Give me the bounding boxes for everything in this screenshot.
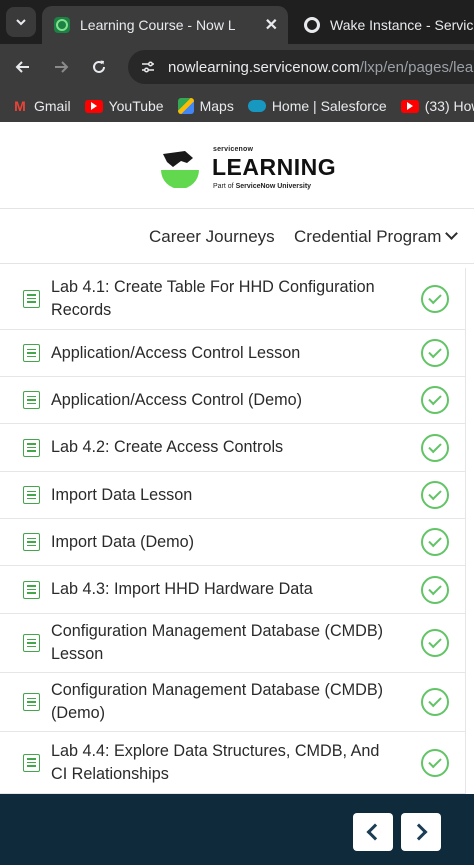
nav-credential-program[interactable]: Credential Program <box>294 227 459 247</box>
lesson-title: Lab 4.1: Create Table For HHD Configurat… <box>51 277 375 319</box>
lesson-title: Import Data (Demo) <box>51 532 195 551</box>
lesson-title: Lab 4.2: Create Access Controls <box>51 438 284 456</box>
lesson-title: Application/Access Control Lesson <box>51 343 301 362</box>
address-bar[interactable]: nowlearning.servicenow.com/lxp/en/pages/… <box>128 50 474 84</box>
document-icon <box>23 391 40 409</box>
document-icon <box>23 753 40 772</box>
reload-button[interactable] <box>86 54 112 80</box>
check-circle-icon <box>421 629 449 657</box>
nav-credential-label: Credential Program <box>294 227 442 246</box>
bookmark-label: Home | Salesforce <box>271 98 387 114</box>
arrow-left-icon <box>15 61 29 73</box>
lesson-title: Lab 4.3: Import HHD Hardware Data <box>51 580 313 598</box>
browser-toolbar: nowlearning.servicenow.com/lxp/en/pages/… <box>0 44 474 90</box>
bookmark-youtube[interactable]: YouTube <box>84 98 164 114</box>
chevron-down-icon <box>445 227 459 240</box>
document-icon <box>23 693 40 711</box>
check-circle-icon <box>421 433 449 462</box>
check-circle-icon <box>421 284 449 313</box>
forward-button[interactable] <box>48 54 74 80</box>
bookmark-label: (33) How to <box>424 98 474 114</box>
document-icon <box>23 486 40 504</box>
now-learning-favicon <box>54 17 70 33</box>
nav-career-journeys[interactable]: Career Journeys <box>149 227 275 247</box>
lesson-item[interactable]: Lab 4.4: Explore Data Structures, CMDB, … <box>0 732 465 794</box>
lesson-item[interactable]: Configuration Management Database (CMDB)… <box>0 673 465 732</box>
check-circle-icon <box>421 339 449 367</box>
bookmark-label: Gmail <box>34 98 71 114</box>
reload-icon <box>93 60 105 73</box>
check-circle-icon <box>421 688 449 716</box>
youtube-icon <box>84 99 103 113</box>
lesson-item[interactable]: Lab 4.2: Create Access Controls <box>0 424 465 472</box>
url-path: /lxp/en/pages/lear <box>359 58 474 76</box>
lesson-item[interactable]: Import Data (Demo) <box>0 519 465 566</box>
gmail-icon: M <box>14 98 26 114</box>
check-circle-icon <box>421 575 449 604</box>
tab-learning-course[interactable]: Learning Course - Now Learning ✕ <box>42 6 288 44</box>
bookmark-label: YouTube <box>108 98 164 114</box>
lesson-title: Import Data Lesson <box>51 485 193 504</box>
logo-wordmark: LEARNING <box>212 154 337 180</box>
check-circle-icon <box>421 386 449 414</box>
lesson-title: Application/Access Control (Demo) <box>51 390 303 409</box>
document-icon <box>23 344 40 362</box>
browser-tab-strip: Learning Course - Now Learning ✕ Wake In… <box>0 0 474 44</box>
youtube-icon <box>400 99 419 113</box>
url-text: nowlearning.servicenow.com/lxp/en/pages/… <box>168 59 474 76</box>
site-info-icon[interactable] <box>138 57 158 77</box>
lesson-title: Configuration Management Database (CMDB)… <box>51 622 384 663</box>
bookmark-label: Maps <box>199 98 234 114</box>
course-footer <box>0 794 474 865</box>
arrow-right-icon <box>55 61 69 73</box>
bookmark-salesforce[interactable]: Home | Salesforce <box>247 98 387 114</box>
logo-subtitle: Part of ServiceNow University <box>213 183 311 190</box>
bookmark-maps[interactable]: Maps <box>177 98 234 114</box>
bookmark-youtube-video[interactable]: (33) How to <box>400 98 474 114</box>
bookmarks-bar: M Gmail YouTube Maps Home | Salesforce (… <box>0 90 474 122</box>
document-icon <box>23 634 40 652</box>
lesson-title: Configuration Management Database (CMDB)… <box>51 681 384 722</box>
tab-title: Wake Instance - Service Po <box>330 17 474 33</box>
main-nav: Career Journeys Credential Program <box>0 210 474 264</box>
lesson-item[interactable]: Import Data Lesson <box>0 472 465 519</box>
back-button[interactable] <box>10 54 36 80</box>
logo-kicker: servicenow <box>213 146 254 153</box>
tab-wake-instance[interactable]: Wake Instance - Service Po <box>294 6 474 44</box>
document-icon <box>23 580 40 599</box>
check-circle-icon <box>421 528 449 556</box>
logo-sub-prefix: Part of <box>213 183 236 190</box>
close-tab-icon[interactable]: ✕ <box>265 15 278 35</box>
lesson-item[interactable]: Lab 4.3: Import HHD Hardware Data <box>0 566 465 614</box>
servicenow-favicon <box>304 17 320 33</box>
tab-title: Learning Course - Now Learning <box>80 17 235 33</box>
check-circle-icon <box>421 481 449 509</box>
logo-sub-brand: ServiceNow University <box>235 183 312 190</box>
learning-logo-mark <box>161 151 199 188</box>
site-header: servicenow LEARNING Part of ServiceNow U… <box>0 127 474 209</box>
lesson-item[interactable]: Lab 4.1: Create Table For HHD Configurat… <box>0 268 465 330</box>
chevron-down-icon <box>16 19 26 26</box>
salesforce-icon <box>247 100 266 112</box>
previous-lesson-button[interactable] <box>353 813 393 851</box>
tab-search-button[interactable] <box>6 7 36 37</box>
lesson-list: Lab 4.1: Create Table For HHD Configurat… <box>0 268 466 794</box>
document-icon <box>23 289 40 308</box>
next-lesson-button[interactable] <box>401 813 441 851</box>
servicenow-learning-logo[interactable]: servicenow LEARNING Part of ServiceNow U… <box>160 142 336 194</box>
document-icon <box>23 438 40 457</box>
lesson-item[interactable]: Application/Access Control Lesson <box>0 330 465 377</box>
bookmark-gmail[interactable]: M Gmail <box>12 98 71 114</box>
lesson-title: Lab 4.4: Explore Data Structures, CMDB, … <box>51 741 380 783</box>
url-domain: nowlearning.servicenow.com <box>168 58 360 76</box>
maps-icon <box>177 98 194 114</box>
check-circle-icon <box>421 748 449 777</box>
lesson-item[interactable]: Configuration Management Database (CMDB)… <box>0 614 465 673</box>
lesson-item[interactable]: Application/Access Control (Demo) <box>0 377 465 424</box>
document-icon <box>23 533 40 551</box>
